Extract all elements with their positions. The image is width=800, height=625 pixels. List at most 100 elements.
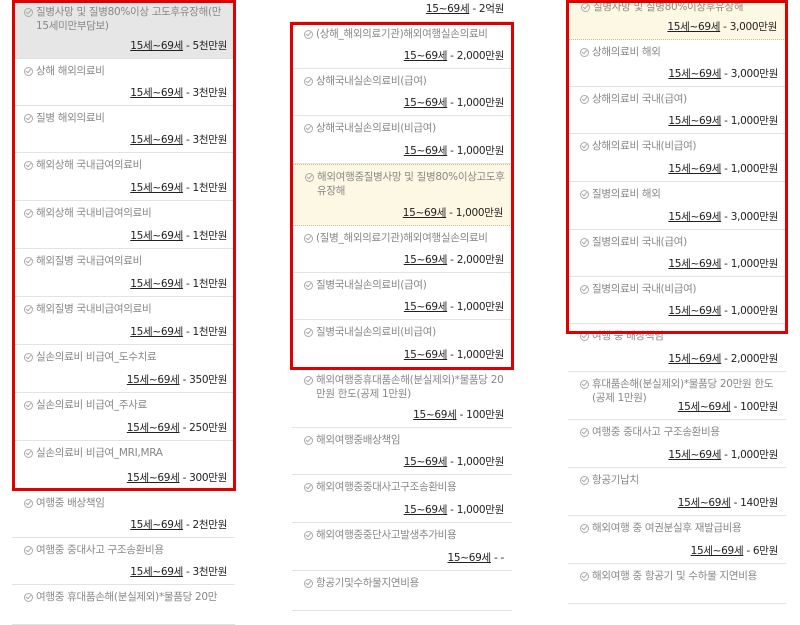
coverage-age-amount: 15~69세 - - [447, 552, 505, 564]
check-circle-icon [580, 48, 589, 57]
coverage-item[interactable]: 질병국내실손의료비(비급여) 15~69세 - 1,000만원 [292, 320, 512, 368]
age-range-link[interactable]: 15세~69세 [130, 230, 183, 242]
coverage-age-amount: 15세~69세 - 3천만원 [130, 87, 227, 99]
coverage-age-amount: 15~69세 - 1,000만원 [403, 97, 505, 109]
coverage-item[interactable]: 여행 중 배상책임 15세~69세 - 2,000만원 [568, 324, 786, 372]
coverage-item[interactable]: 해외상해 국내급여의료비 15세~69세 - 1천만원 [12, 153, 235, 201]
age-range-link[interactable]: 15세~69세 [668, 163, 721, 175]
coverage-title: 해외질병 국내비급여의료비 [24, 303, 229, 317]
coverage-item[interactable]: 여행중 배상책임 15세~69세 - 2천만원 [12, 491, 235, 538]
coverage-amount: 1,000만원 [730, 449, 779, 461]
coverage-item[interactable]: 해외여행 중 여권분실후 재발급비용 15세~69세 - 6만원 [568, 516, 786, 564]
coverage-item[interactable]: 질병사망 및 질병80%이상 고도후유장해(만15세미만부담보) 15세~69세 … [12, 0, 235, 59]
coverage-item[interactable]: 질병의료비 해외 15세~69세 - 3,000만원 [568, 182, 786, 230]
coverage-item[interactable]: 해외여행중질병사망 및 질병80%이상고도후유장해 15~69세 - 1,000만… [292, 164, 512, 226]
age-range-link[interactable]: 15~69세 [426, 3, 470, 15]
coverage-item[interactable]: 해외상해 국내비급여의료비 15세~69세 - 1천만원 [12, 201, 235, 249]
coverage-title: 질병국내실손의료비(급여) [304, 279, 506, 293]
coverage-item[interactable]: 질병국내실손의료비(급여) 15~69세 - 1,000만원 [292, 273, 512, 320]
age-range-link[interactable]: 15~69세 [413, 409, 457, 421]
coverage-item[interactable]: 상해 해외의료비 15세~69세 - 3천만원 [12, 59, 235, 106]
age-range-link[interactable]: 15세~69세 [130, 278, 183, 290]
age-range-link[interactable]: 15세~69세 [668, 68, 721, 80]
age-range-link[interactable]: 15세~69세 [668, 211, 721, 223]
coverage-amount: 1천만원 [192, 278, 228, 290]
age-range-link[interactable]: 15세~69세 [668, 305, 721, 317]
coverage-title: 여행중 배상책임 [24, 497, 229, 511]
coverage-item[interactable]: 해외여행중휴대품손해(분실제외)*물품당 20만원 한도(공제 1만원) 15~6… [292, 368, 512, 428]
coverage-item[interactable]: 질병사망 및 질병80%이상후유장해 15세~69세 - 3,000만원 [568, 0, 786, 40]
age-range-link[interactable]: 15세~69세 [127, 374, 180, 386]
age-range-link[interactable]: 15~69세 [448, 552, 492, 564]
coverage-title: 질병의료비 국내(급여) [580, 236, 780, 250]
coverage-item[interactable]: 항공기납치 15세~69세 - 140만원 [568, 468, 786, 516]
age-range-link[interactable]: 15세~69세 [691, 545, 744, 557]
age-range-link[interactable]: 15~69세 [404, 301, 448, 313]
age-range-link[interactable]: 15세~69세 [668, 449, 721, 461]
coverage-amount: 1,000만원 [730, 305, 779, 317]
age-range-link[interactable]: 15~69세 [404, 504, 448, 516]
age-range-link[interactable]: 15~69세 [404, 50, 448, 62]
age-range-link[interactable]: 15~69세 [403, 207, 447, 219]
coverage-amount: 1,000만원 [456, 504, 505, 516]
age-range-link[interactable]: 15~69세 [404, 456, 448, 468]
age-range-link[interactable]: 15세~69세 [130, 182, 183, 194]
coverage-item[interactable]: 여행중 중대사고 구조송환비용 15세~69세 - 3천만원 [12, 538, 235, 585]
coverage-item[interactable]: 휴대품손해(분실제외)*물품당 20만원 한도(공제 1만원) 15세~69세 -… [568, 372, 786, 420]
coverage-item[interactable]: 질병의료비 국내(비급여) 15세~69세 - 1,000만원 [568, 277, 786, 324]
coverage-item[interactable]: 여행중 중대사고 구조송환비용 15세~69세 - 1,000만원 [568, 420, 786, 468]
coverage-age-amount: 15세~69세 - 1천만원 [130, 230, 227, 242]
age-range-link[interactable]: 15세~69세 [127, 422, 180, 434]
coverage-title: 해외여행중중단사고발생추가비용 [304, 529, 506, 543]
check-circle-icon [580, 524, 589, 533]
coverage-item[interactable]: 항공기및수하물지연비용 [292, 571, 512, 611]
age-range-link[interactable]: 15세~69세 [668, 258, 721, 270]
coverage-item[interactable]: 질병의료비 국내(급여) 15세~69세 - 1,000만원 [568, 230, 786, 277]
coverage-item[interactable]: 해외여행 중 항공기 및 수하물 지연비용 [568, 564, 786, 604]
age-range-link[interactable]: 15세~69세 [130, 40, 183, 52]
age-range-link[interactable]: 15~69세 [404, 97, 448, 109]
coverage-age-amount: 15세~69세 - 3천만원 [130, 566, 227, 578]
age-range-link[interactable]: 15세~69세 [130, 566, 183, 578]
coverage-item[interactable]: 실손의료비 비급여_MRI,MRA 15세~69세 - 300만원 [12, 441, 235, 491]
coverage-item[interactable]: 해외질병 국내급여의료비 15세~69세 - 1천만원 [12, 249, 235, 297]
age-range-link[interactable]: 15세~69세 [678, 401, 731, 413]
age-range-link[interactable]: 15세~69세 [668, 353, 721, 365]
coverage-age-amount: 15~69세 - 1,000만원 [403, 145, 505, 157]
coverage-item[interactable]: 실손의료비 비급여_주사료 15세~69세 - 250만원 [12, 393, 235, 441]
coverage-item[interactable]: (질병_해외의료기관)해외여행실손의료비 15~69세 - 2,000만원 [292, 226, 512, 273]
age-range-link[interactable]: 15~69세 [404, 254, 448, 266]
coverage-item[interactable]: 상해의료비 국내(비급여) 15세~69세 - 1,000만원 [568, 134, 786, 182]
age-range-link[interactable]: 15세~69세 [678, 497, 731, 509]
coverage-title: 질병의료비 해외 [580, 188, 780, 202]
plan-column-1: 질병사망 및 질병80%이상 고도후유장해(만15세미만부담보) 15세~69세 … [12, 0, 235, 625]
coverage-item[interactable]: 해외여행중중단사고발생추가비용 15~69세 - - [292, 523, 512, 571]
coverage-item[interactable]: 상해국내실손의료비(비급여) 15~69세 - 1,000만원 [292, 116, 512, 164]
coverage-age-amount: 15~69세 - 2억원 [425, 3, 504, 15]
age-range-link[interactable]: 15세~69세 [127, 472, 180, 484]
age-range-link[interactable]: 15세~69세 [668, 115, 721, 127]
age-range-link[interactable]: 15~69세 [404, 145, 448, 157]
check-circle-icon [305, 173, 314, 182]
coverage-item[interactable]: 상해의료비 국내(급여) 15세~69세 - 1,000만원 [568, 87, 786, 134]
coverage-item[interactable]: 실손의료비 비급여_도수치료 15세~69세 - 350만원 [12, 345, 235, 393]
age-range-link[interactable]: 15~69세 [404, 349, 448, 361]
coverage-amount: 1천만원 [192, 182, 228, 194]
coverage-amount: 3,000만원 [730, 211, 779, 223]
coverage-age-amount: 15세~69세 - 2,000만원 [668, 353, 778, 365]
check-circle-icon [24, 449, 33, 458]
coverage-item[interactable]: 질병 해외의료비 15세~69세 - 3천만원 [12, 106, 235, 153]
age-range-link[interactable]: 15세~69세 [130, 87, 183, 99]
coverage-item[interactable]: 상해의료비 해외 15세~69세 - 3,000만원 [568, 40, 786, 87]
age-range-link[interactable]: 15세~69세 [667, 21, 720, 33]
coverage-item[interactable]: 해외여행중중대사고구조송환비용 15~69세 - 1,000만원 [292, 475, 512, 523]
coverage-item[interactable]: (상해_해외의료기관)해외여행실손의료비 15~69세 - 2,000만원 [292, 22, 512, 69]
coverage-item[interactable]: 15~69세 - 2억원 [292, 0, 512, 22]
coverage-item[interactable]: 여행중 휴대품손해(분실제외)*물품당 20만 [12, 585, 235, 625]
age-range-link[interactable]: 15세~69세 [130, 519, 183, 531]
coverage-item[interactable]: 해외질병 국내비급여의료비 15세~69세 - 1천만원 [12, 297, 235, 345]
age-range-link[interactable]: 15세~69세 [130, 134, 183, 146]
age-range-link[interactable]: 15세~69세 [130, 326, 183, 338]
coverage-item[interactable]: 해외여행중배상책임 15~69세 - 1,000만원 [292, 428, 512, 475]
coverage-item[interactable]: 상해국내실손의료비(급여) 15~69세 - 1,000만원 [292, 69, 512, 116]
